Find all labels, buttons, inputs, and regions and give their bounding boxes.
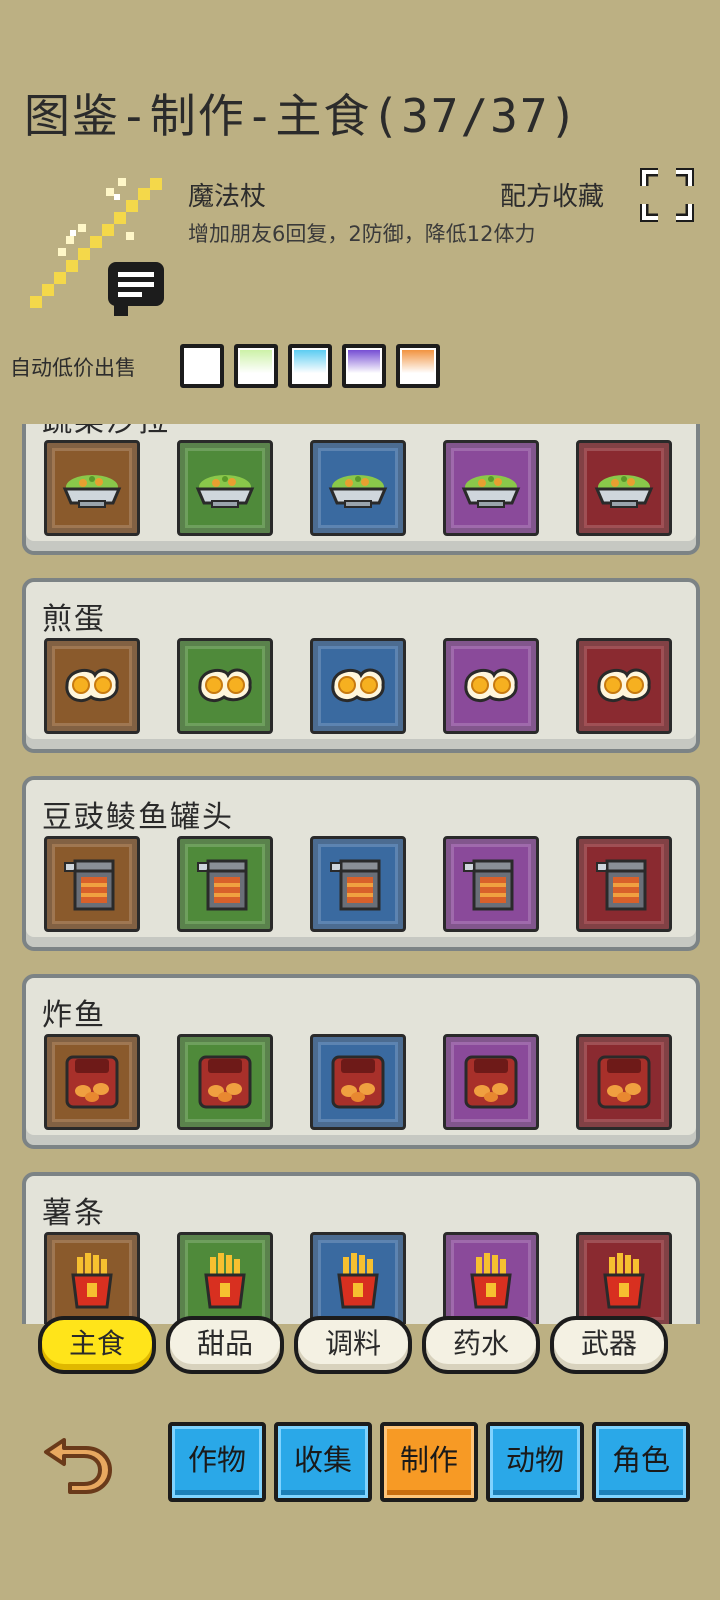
fries-icon	[603, 1253, 645, 1309]
recipe-card-fried-fish: 炸鱼	[22, 974, 700, 1149]
recipe-collect-label: 配方收藏	[500, 182, 605, 212]
fish-can-icon	[330, 859, 381, 911]
magic-wand-icon	[22, 172, 172, 322]
recipe-slot-purple[interactable]	[443, 638, 539, 734]
recipe-slot-purple[interactable]	[443, 836, 539, 932]
quality-green-box[interactable]	[234, 344, 278, 388]
sub-tabs: 主食 甜品 调料 药水 武器	[0, 1316, 720, 1376]
recipe-name: 炸鱼	[42, 998, 106, 1033]
salad-bowl-icon	[62, 475, 122, 508]
recipe-slot-blue[interactable]	[310, 440, 406, 536]
recipe-slot-blue[interactable]	[310, 638, 406, 734]
fried-egg-icon	[198, 668, 252, 702]
subtab-potion[interactable]: 药水	[422, 1316, 540, 1374]
salad-bowl-icon	[195, 475, 255, 508]
fried-egg-icon	[464, 668, 518, 702]
page-title: 图鉴-制作-主食(37/37)	[24, 89, 580, 143]
recipe-name: 煎蛋	[42, 602, 106, 637]
fries-icon	[204, 1253, 246, 1309]
tab-animals[interactable]: 动物	[486, 1422, 584, 1502]
fish-can-icon	[596, 859, 647, 911]
recipe-name: 豆豉鲮鱼罐头	[42, 800, 234, 835]
fries-icon	[337, 1253, 379, 1309]
recipe-slot-red[interactable]	[576, 1034, 672, 1130]
recipe-slot-brown[interactable]	[44, 1034, 140, 1130]
recipe-card-fried-egg: 煎蛋	[22, 578, 700, 753]
recipe-slot-red[interactable]	[576, 1232, 672, 1324]
recipe-slot-brown[interactable]	[44, 1232, 140, 1324]
tab-collect[interactable]: 收集	[274, 1422, 372, 1502]
item-description: 增加朋友6回复，2防御，降低12体力	[188, 222, 536, 246]
recipe-slot-blue[interactable]	[310, 1232, 406, 1324]
subtab-weapon[interactable]: 武器	[550, 1316, 668, 1374]
recipe-slot-red[interactable]	[576, 836, 672, 932]
recipe-slot-green[interactable]	[177, 1232, 273, 1324]
fish-can-icon	[197, 859, 248, 911]
fish-can-icon	[64, 859, 115, 911]
recipe-slot-purple[interactable]	[443, 440, 539, 536]
quality-white-box[interactable]	[180, 344, 224, 388]
subtab-staple[interactable]: 主食	[38, 1316, 156, 1374]
fried-fish-icon	[198, 1055, 252, 1109]
fried-fish-icon	[597, 1055, 651, 1109]
back-arrow-icon[interactable]	[42, 1430, 114, 1494]
recipe-name: 薯条	[42, 1196, 106, 1231]
recipe-slot-blue[interactable]	[310, 836, 406, 932]
recipe-slot-green[interactable]	[177, 440, 273, 536]
recipe-slot-brown[interactable]	[44, 836, 140, 932]
recipe-slot-red[interactable]	[576, 638, 672, 734]
recipe-list[interactable]: 蔬菜沙拉煎蛋豆豉鲮鱼罐头炸鱼薯条	[18, 424, 704, 1324]
recipe-card-salad: 蔬菜沙拉	[22, 424, 700, 555]
quality-purple-box[interactable]	[342, 344, 386, 388]
fried-fish-icon	[331, 1055, 385, 1109]
tab-craft[interactable]: 制作	[380, 1422, 478, 1502]
tab-crops[interactable]: 作物	[168, 1422, 266, 1502]
recipe-slot-blue[interactable]	[310, 1034, 406, 1130]
recipe-slot-red[interactable]	[576, 440, 672, 536]
fried-fish-icon	[464, 1055, 518, 1109]
salad-bowl-icon	[461, 475, 521, 508]
recipe-card-fish-can: 豆豉鲮鱼罐头	[22, 776, 700, 951]
recipe-name: 蔬菜沙拉	[42, 424, 170, 440]
fried-egg-icon	[65, 668, 119, 702]
quality-orange-box[interactable]	[396, 344, 440, 388]
recipe-slot-green[interactable]	[177, 1034, 273, 1130]
fried-fish-icon	[65, 1055, 119, 1109]
salad-bowl-icon	[328, 475, 388, 508]
recipe-slot-brown[interactable]	[44, 440, 140, 536]
tab-characters[interactable]: 角色	[592, 1422, 690, 1502]
fish-can-icon	[463, 859, 514, 911]
recipe-slot-green[interactable]	[177, 638, 273, 734]
recipe-card-fries: 薯条	[22, 1172, 700, 1324]
subtab-seasoning[interactable]: 调料	[294, 1316, 412, 1374]
recipe-slot-purple[interactable]	[443, 1232, 539, 1324]
salad-bowl-icon	[594, 475, 654, 508]
fried-egg-icon	[597, 668, 651, 702]
subtab-dessert[interactable]: 甜品	[166, 1316, 284, 1374]
fried-egg-icon	[331, 668, 385, 702]
fries-icon	[470, 1253, 512, 1309]
item-name: 魔法杖	[188, 182, 267, 212]
recipe-slot-brown[interactable]	[44, 638, 140, 734]
recipe-slot-purple[interactable]	[443, 1034, 539, 1130]
auto-sell-label: 自动低价出售	[10, 356, 136, 380]
quality-blue-box[interactable]	[288, 344, 332, 388]
focus-frame-icon[interactable]	[639, 167, 695, 223]
fries-icon	[71, 1253, 113, 1309]
recipe-slot-green[interactable]	[177, 836, 273, 932]
